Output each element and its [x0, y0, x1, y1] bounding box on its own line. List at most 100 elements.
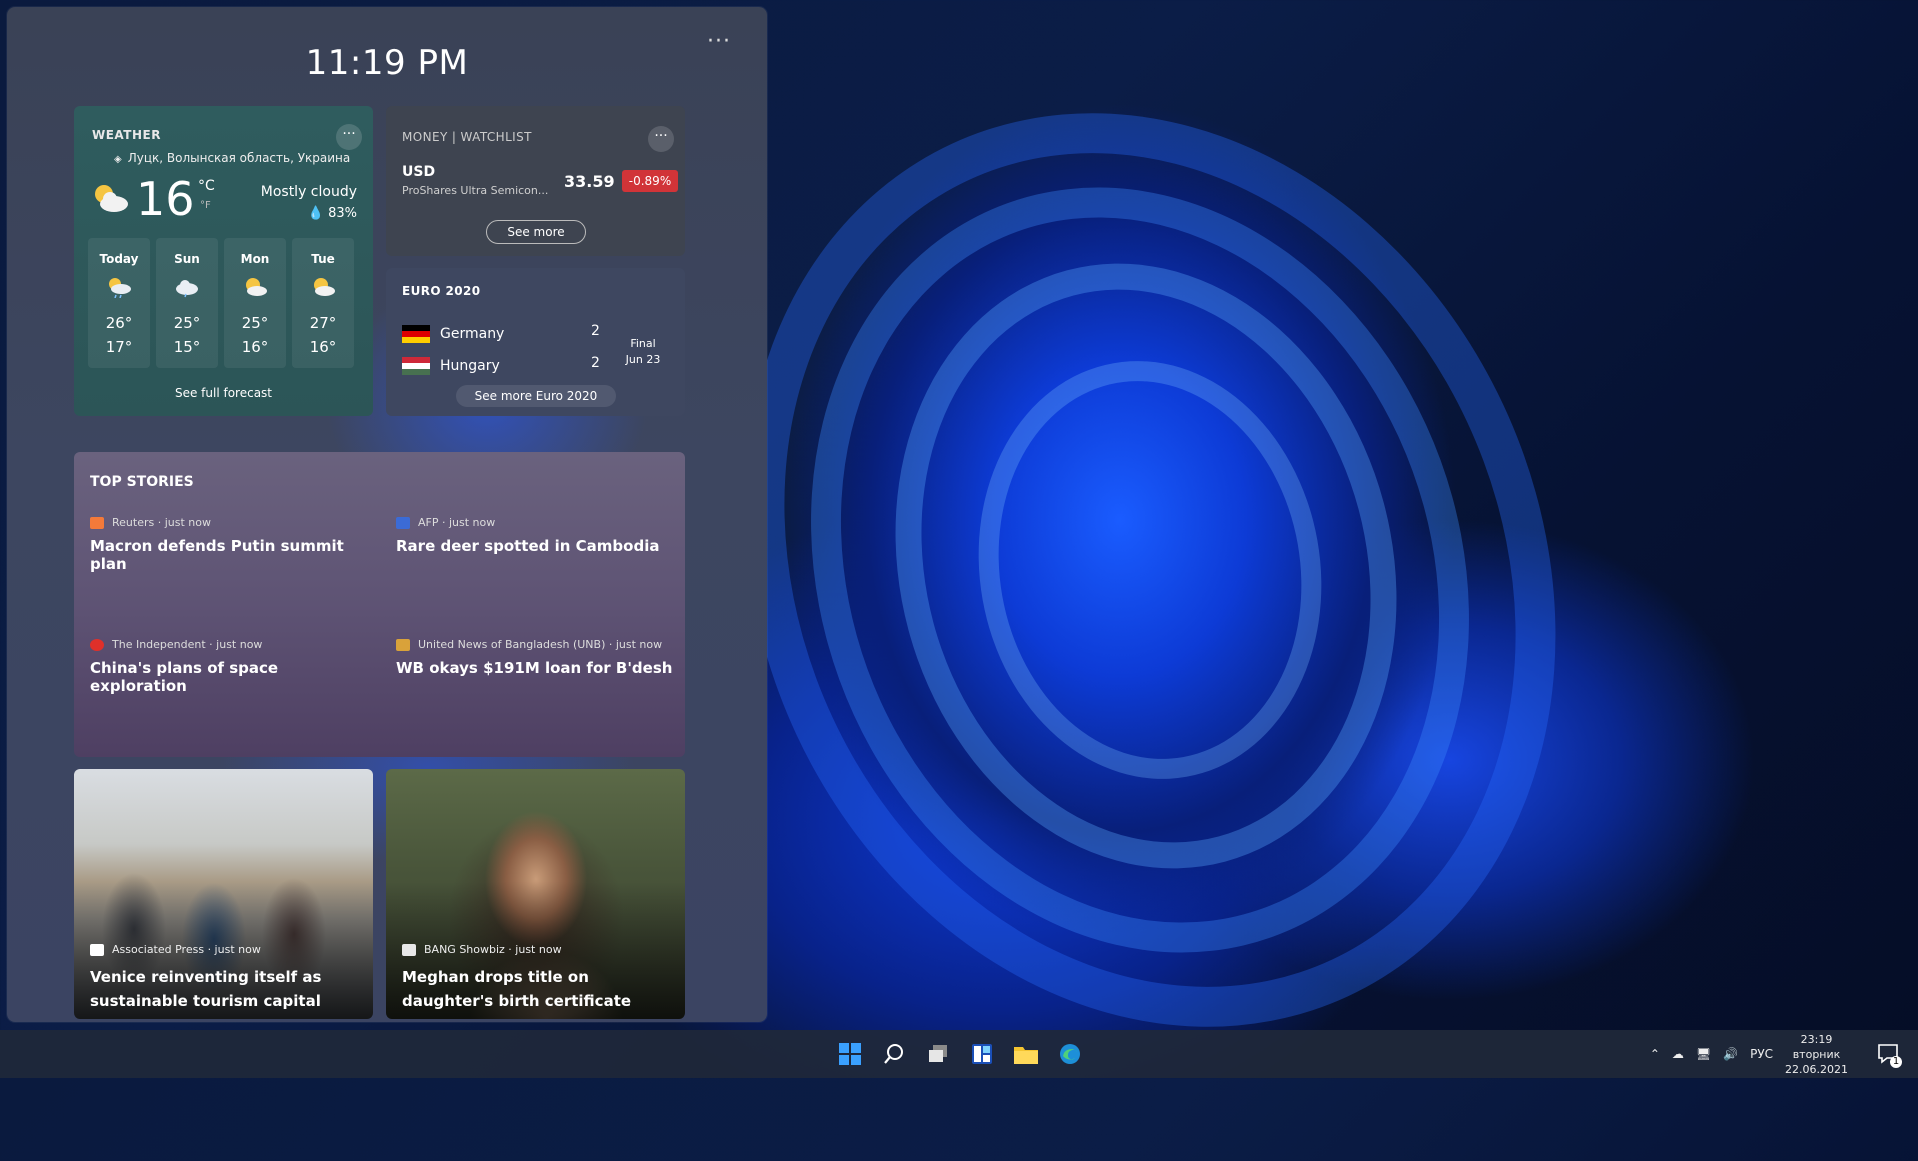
location-icon: ◈ — [114, 154, 122, 165]
ap-logo-icon — [90, 943, 104, 956]
taskbar-clock[interactable]: 23:19 вторник 22.06.2021 — [1785, 1032, 1848, 1077]
story-source-text: Reuters · just now — [112, 516, 211, 529]
weather-widget[interactable]: WEATHER ··· ◈ Луцк, Волынская область, Ук… — [74, 106, 373, 416]
unb-logo-icon — [396, 638, 410, 651]
team-row: Germany — [402, 324, 504, 344]
news-card-headline[interactable]: Venice reinventing itself as sustainable… — [90, 965, 360, 1013]
money-see-more-button[interactable]: See more — [486, 220, 586, 244]
partly-sunny-icon — [246, 278, 267, 296]
team-score: 2 — [591, 355, 600, 371]
independent-logo-icon — [90, 638, 104, 651]
forecast-days: Today 26° 17° Sun 25° 15° Mon 25° 16° Tu… — [88, 238, 354, 368]
forecast-high: 25° — [241, 314, 269, 332]
forecast-high: 27° — [309, 314, 337, 332]
chevron-up-icon[interactable]: ⌃ — [1650, 1047, 1660, 1061]
taskbar-day: вторник — [1792, 1047, 1841, 1061]
money-more-button[interactable]: ··· — [648, 126, 674, 152]
team-name: Germany — [440, 326, 505, 342]
weather-condition: Mostly cloudy — [260, 184, 357, 200]
stock-change-badge: -0.89% — [622, 170, 678, 192]
task-view-icon[interactable] — [920, 1036, 956, 1072]
windows-start-icon[interactable] — [832, 1036, 868, 1072]
euro-2020-widget[interactable]: EURO 2020 Germany 2 Hungary 2 Final Jun … — [386, 268, 685, 416]
match-status: Final Jun 23 — [608, 336, 678, 368]
forecast-day[interactable]: Mon 25° 16° — [224, 238, 286, 368]
taskbar: ⌃ ☁ 🖥 🔊 РУС 23:19 вторник 22.06.2021 1 — [0, 1030, 1918, 1078]
stock-symbol: USD — [402, 164, 436, 180]
language-indicator[interactable]: РУС — [1750, 1047, 1773, 1061]
system-tray: ⌃ ☁ 🖥 🔊 РУС 23:19 вторник 22.06.2021 — [1650, 1030, 1848, 1078]
unit-celsius-toggle[interactable]: °C — [198, 178, 215, 194]
see-more-euro-button[interactable]: See more Euro 2020 — [456, 385, 616, 407]
news-card-source: Associated Press · just now — [90, 943, 261, 956]
story-item[interactable]: Reuters · just now Macron defends Putin … — [90, 516, 375, 573]
taskbar-date: 22.06.2021 — [1785, 1062, 1848, 1076]
forecast-day[interactable]: Tue 27° 16° — [292, 238, 354, 368]
news-card[interactable]: BANG Showbiz · just now Meghan drops tit… — [386, 769, 685, 1019]
notification-count: 1 — [1890, 1056, 1902, 1068]
widgets-icon[interactable] — [964, 1036, 1000, 1072]
forecast-day[interactable]: Today 26° 17° — [88, 238, 150, 368]
story-headline[interactable]: Rare deer spotted in Cambodia — [396, 537, 681, 555]
story-item[interactable]: United News of Bangladesh (UNB) · just n… — [396, 638, 681, 677]
partly-cloudy-rain-icon — [109, 278, 131, 299]
weather-temperature: 16 — [136, 172, 195, 226]
taskbar-apps — [832, 1036, 1088, 1072]
story-source: United News of Bangladesh (UNB) · just n… — [396, 638, 681, 651]
cloudy-icon — [176, 280, 198, 298]
afp-logo-icon — [396, 516, 410, 529]
story-headline[interactable]: Macron defends Putin summit plan — [90, 537, 375, 573]
money-watchlist-widget[interactable]: MONEY | WATCHLIST ··· USD ProShares Ultr… — [386, 106, 685, 256]
forecast-day-name: Mon — [240, 252, 270, 266]
weather-humidity: 💧 83% — [308, 206, 357, 221]
stock-name: ProShares Ultra Semicon... — [402, 184, 549, 197]
news-card-headline[interactable]: Meghan drops title on daughter's birth c… — [402, 965, 672, 1013]
reuters-logo-icon — [90, 516, 104, 529]
humidity-icon: 💧 — [307, 206, 324, 221]
story-source-text: United News of Bangladesh (UNB) · just n… — [418, 638, 663, 651]
forecast-high: 25° — [173, 314, 201, 332]
forecast-day[interactable]: Sun 25° 15° — [156, 238, 218, 368]
story-headline[interactable]: China's plans of space exploration — [90, 659, 375, 695]
panel-clock: 11:19 PM — [305, 43, 469, 83]
notification-center-button[interactable]: 1 — [1876, 1042, 1902, 1068]
news-card-source-text: BANG Showbiz · just now — [424, 943, 562, 956]
team-score: 2 — [591, 323, 600, 339]
humidity-value: 83% — [328, 206, 357, 221]
edge-icon[interactable] — [1052, 1036, 1088, 1072]
euro-title: EURO 2020 — [402, 284, 481, 298]
top-stories-widget: TOP STORIES Reuters · just now Macron de… — [74, 452, 685, 757]
volume-icon[interactable]: 🔊 — [1723, 1047, 1738, 1061]
panel-more-button[interactable]: ··· — [707, 29, 731, 54]
team-row: Hungary — [402, 356, 500, 376]
story-source: AFP · just now — [396, 516, 681, 529]
match-status-text: Final — [630, 337, 656, 350]
hungary-flag-icon — [402, 357, 430, 375]
forecast-low: 17° — [105, 338, 133, 356]
unit-fahrenheit-toggle[interactable]: °F — [200, 200, 211, 211]
taskbar-time: 23:19 — [1800, 1032, 1833, 1046]
search-icon[interactable] — [876, 1036, 912, 1072]
weather-location: ◈ Луцк, Волынская область, Украина — [114, 151, 350, 165]
story-item[interactable]: The Independent · just now China's plans… — [90, 638, 375, 695]
story-source-text: AFP · just now — [418, 516, 496, 529]
match-date: Jun 23 — [625, 353, 661, 366]
story-source-text: The Independent · just now — [112, 638, 263, 651]
forecast-day-name: Today — [99, 252, 139, 266]
see-full-forecast-link[interactable]: See full forecast — [74, 386, 373, 400]
story-item[interactable]: AFP · just now Rare deer spotted in Camb… — [396, 516, 681, 555]
weather-more-button[interactable]: ··· — [336, 124, 362, 150]
news-card-source-text: Associated Press · just now — [112, 943, 261, 956]
forecast-low: 16° — [241, 338, 269, 356]
story-headline[interactable]: WB okays $191M loan for B'desh — [396, 659, 681, 677]
network-icon[interactable]: 🖥 — [1696, 1047, 1711, 1061]
onedrive-icon[interactable]: ☁ — [1672, 1047, 1684, 1061]
money-title: MONEY | WATCHLIST — [402, 130, 532, 144]
file-explorer-icon[interactable] — [1008, 1036, 1044, 1072]
forecast-low: 16° — [309, 338, 337, 356]
weather-location-text: Луцк, Волынская область, Украина — [127, 151, 351, 165]
news-card[interactable]: Associated Press · just now Venice reinv… — [74, 769, 373, 1019]
team-name: Hungary — [440, 358, 500, 374]
partly-sunny-icon — [314, 278, 335, 296]
stock-price: 33.59 — [564, 172, 615, 191]
